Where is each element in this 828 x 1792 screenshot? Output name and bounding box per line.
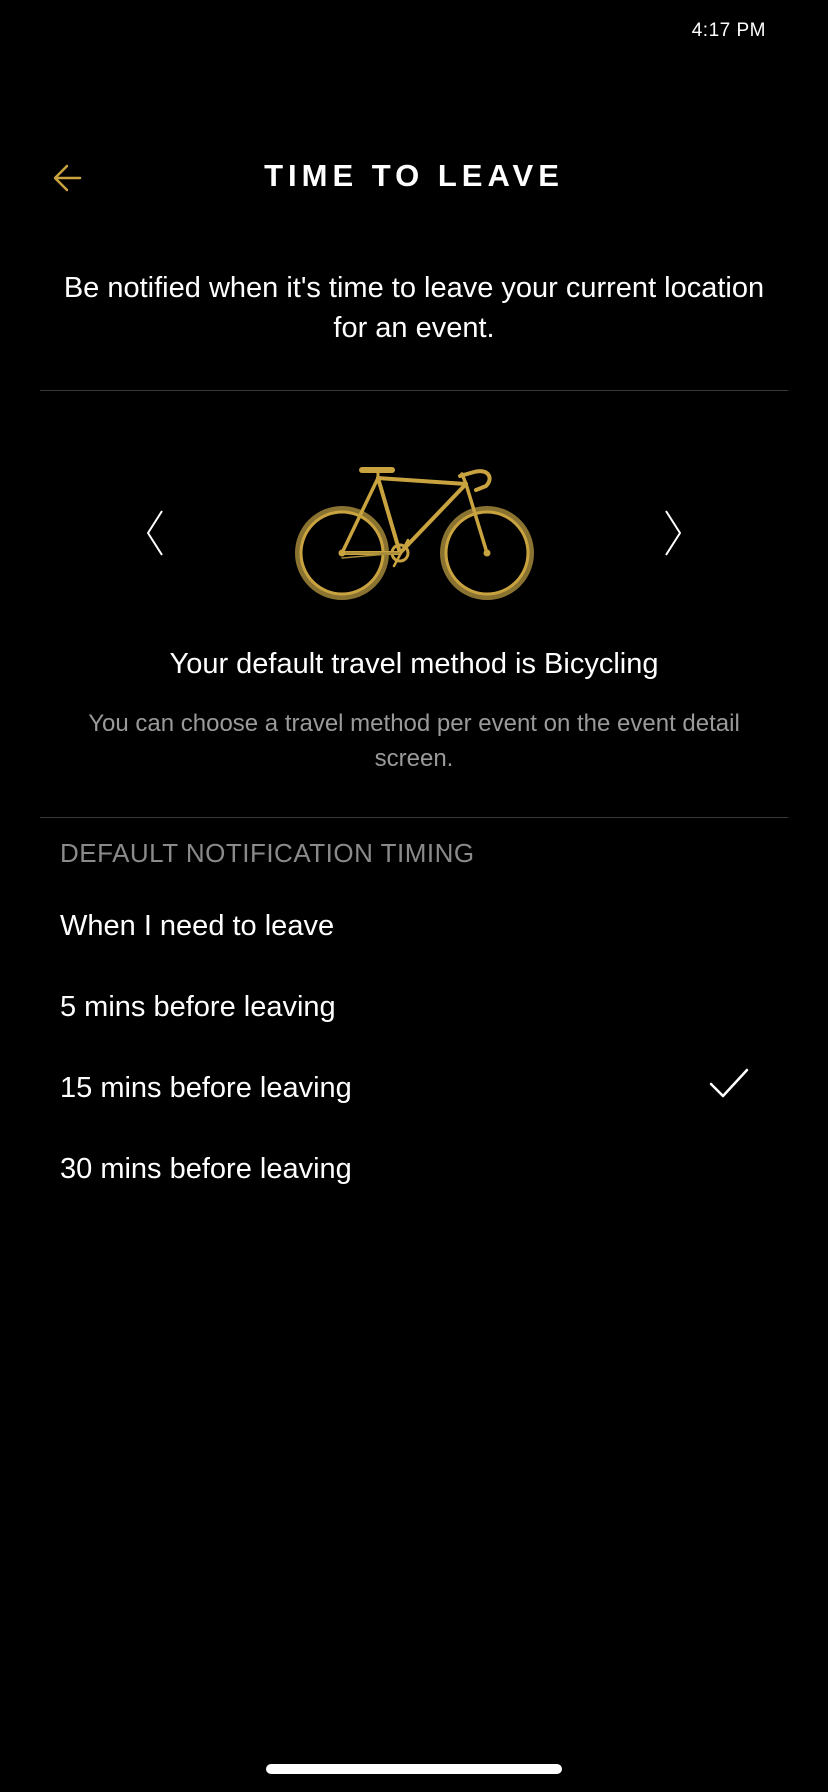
home-indicator[interactable] [266, 1764, 562, 1774]
timing-option-15-mins[interactable]: 15 mins before leaving [0, 1062, 828, 1143]
timing-option-30-mins[interactable]: 30 mins before leaving [0, 1143, 828, 1224]
travel-method-hint: You can choose a travel method per event… [88, 710, 740, 772]
section-header: DEFAULT NOTIFICATION TIMING [60, 838, 475, 868]
timing-option-when-i-need-to-leave[interactable]: When I need to leave [0, 900, 828, 981]
divider [40, 390, 788, 391]
chevron-right-icon [665, 510, 681, 556]
travel-method-text: Your default travel method is Bicycling [169, 648, 659, 680]
option-label: 30 mins before leaving [60, 1153, 352, 1185]
timing-option-5-mins[interactable]: 5 mins before leaving [0, 981, 828, 1062]
intro-text: Be notified when it's time to leave your… [63, 272, 765, 344]
chevron-left-icon [147, 510, 163, 556]
option-label: 5 mins before leaving [60, 991, 336, 1023]
status-time: 4:17 PM [691, 20, 766, 41]
previous-travel-method-button[interactable] [140, 507, 170, 559]
checkmark-icon [709, 1068, 749, 1098]
page-title: TIME TO LEAVE [264, 158, 564, 193]
option-label: 15 mins before leaving [60, 1072, 352, 1104]
divider [40, 817, 788, 818]
next-travel-method-button[interactable] [658, 507, 688, 559]
bicycle-icon [295, 467, 534, 600]
timing-options-list: When I need to leave 5 mins before leavi… [0, 900, 828, 1224]
option-label: When I need to leave [60, 910, 335, 942]
